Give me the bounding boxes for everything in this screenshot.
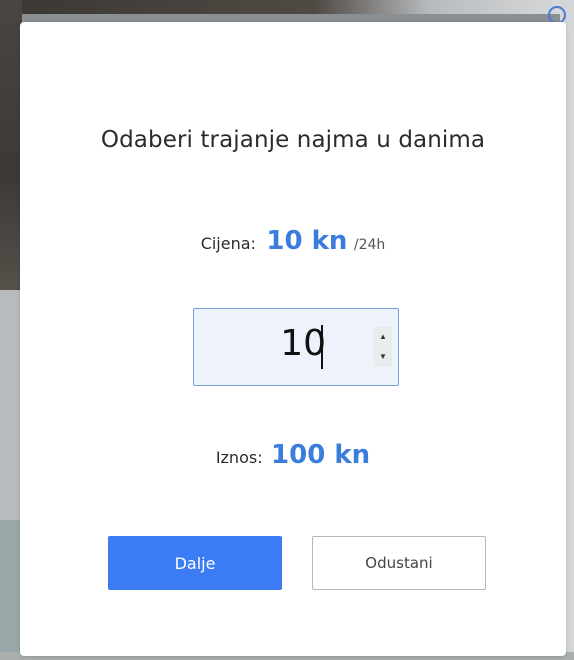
- background-left-panel: [0, 290, 22, 520]
- text-caret: [321, 325, 323, 369]
- spin-buttons: ▲ ▼: [374, 327, 392, 367]
- background-left-map: [0, 520, 22, 660]
- price-unit: /24h: [353, 237, 386, 253]
- total-value: 100 kn: [271, 440, 371, 470]
- caret-down-icon[interactable]: ▼: [374, 347, 392, 367]
- next-button[interactable]: Dalje: [108, 536, 282, 590]
- price-value: 10 kn: [266, 226, 348, 256]
- rental-duration-dialog: Odaberi trajanje najma u danima Cijena: …: [20, 22, 566, 656]
- price-label: Cijena:: [200, 234, 256, 253]
- total-label: Iznos:: [215, 448, 263, 467]
- days-number-input[interactable]: 10 ▲ ▼: [193, 308, 399, 386]
- price-row: Cijena: 10 kn /24h: [20, 226, 566, 256]
- background-top-strip: [0, 0, 574, 14]
- caret-up-icon[interactable]: ▲: [374, 327, 392, 347]
- total-row: Iznos: 100 kn: [20, 440, 566, 470]
- dialog-title: Odaberi trajanje najma u danima: [100, 127, 486, 153]
- days-input-value[interactable]: 10: [280, 323, 326, 364]
- cancel-button[interactable]: Odustani: [312, 536, 486, 590]
